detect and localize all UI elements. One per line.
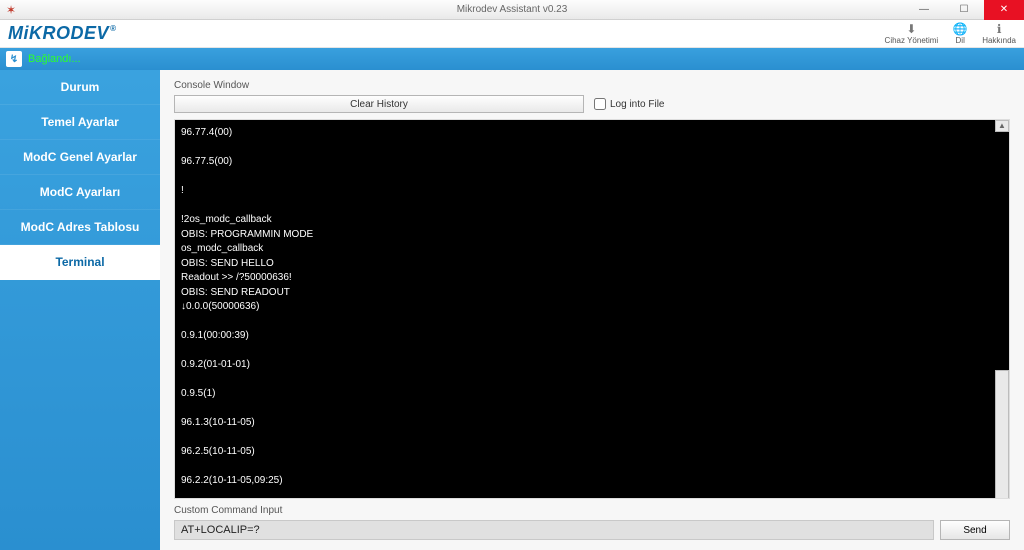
logo: MiKRODEV® bbox=[8, 23, 115, 44]
console-controls: Clear History Log into File bbox=[174, 95, 1010, 113]
command-input-section: Custom Command Input Send bbox=[174, 505, 1010, 540]
minimize-button[interactable]: — bbox=[904, 0, 944, 20]
console-output[interactable]: 96.77.4(00) 96.77.5(00) ! !2os_modc_call… bbox=[174, 119, 1010, 499]
clear-history-button[interactable]: Clear History bbox=[174, 95, 584, 113]
sidebar-item-temel-ayarlar[interactable]: Temel Ayarlar bbox=[0, 105, 160, 140]
console-section-label: Console Window bbox=[174, 80, 1010, 91]
header-tools: ⬇ Cihaz Yönetimi 🌐 Dil ℹ Hakkında bbox=[885, 22, 1016, 45]
sidebar-item-modc-genel-ayarlar[interactable]: ModC Genel Ayarlar bbox=[0, 140, 160, 175]
connection-icon: ↯ bbox=[6, 51, 22, 67]
device-management-button[interactable]: ⬇ Cihaz Yönetimi bbox=[885, 22, 939, 45]
send-button[interactable]: Send bbox=[940, 520, 1010, 540]
app-icon: ✶ bbox=[2, 1, 20, 19]
window-title: Mikrodev Assistant v0.23 bbox=[457, 4, 568, 15]
sidebar-item-terminal[interactable]: Terminal bbox=[0, 245, 160, 280]
connection-status-bar: ↯ Bağlandı... bbox=[0, 48, 1024, 70]
language-button[interactable]: 🌐 Dil bbox=[952, 22, 968, 45]
language-label: Dil bbox=[956, 36, 965, 45]
info-icon: ℹ bbox=[991, 22, 1007, 36]
command-input-row: Send bbox=[174, 520, 1010, 540]
command-section-label: Custom Command Input bbox=[174, 505, 1010, 516]
registered-icon: ® bbox=[110, 24, 116, 33]
console-text: 96.77.4(00) 96.77.5(00) ! !2os_modc_call… bbox=[181, 127, 376, 499]
scrollbar-thumb[interactable] bbox=[995, 370, 1009, 499]
download-icon: ⬇ bbox=[903, 22, 919, 36]
sidebar-filler bbox=[0, 280, 160, 550]
log-into-file-label: Log into File bbox=[610, 99, 664, 110]
sidebar-item-modc-adres-tablosu[interactable]: ModC Adres Tablosu bbox=[0, 210, 160, 245]
sidebar-item-modc-ayarlari[interactable]: ModC Ayarları bbox=[0, 175, 160, 210]
sidebar-item-durum[interactable]: Durum bbox=[0, 70, 160, 105]
maximize-button[interactable]: ☐ bbox=[944, 0, 984, 20]
device-management-label: Cihaz Yönetimi bbox=[885, 36, 939, 45]
window-controls: — ☐ ✕ bbox=[904, 0, 1024, 20]
main-content: Console Window Clear History Log into Fi… bbox=[160, 70, 1024, 550]
log-into-file-input[interactable] bbox=[594, 98, 606, 110]
app-header: MiKRODEV® ⬇ Cihaz Yönetimi 🌐 Dil ℹ Hakkı… bbox=[0, 20, 1024, 48]
scrollbar-up-button[interactable]: ▲ bbox=[995, 120, 1009, 132]
body: Durum Temel Ayarlar ModC Genel Ayarlar M… bbox=[0, 70, 1024, 550]
command-input[interactable] bbox=[174, 520, 934, 540]
connection-status-text: Bağlandı... bbox=[28, 53, 81, 65]
close-button[interactable]: ✕ bbox=[984, 0, 1024, 20]
logo-text: MiKRODEV bbox=[8, 23, 109, 43]
window-titlebar: ✶ Mikrodev Assistant v0.23 — ☐ ✕ bbox=[0, 0, 1024, 20]
about-label: Hakkında bbox=[982, 36, 1016, 45]
sidebar: Durum Temel Ayarlar ModC Genel Ayarlar M… bbox=[0, 70, 160, 550]
about-button[interactable]: ℹ Hakkında bbox=[982, 22, 1016, 45]
globe-icon: 🌐 bbox=[952, 22, 968, 36]
log-into-file-checkbox[interactable]: Log into File bbox=[594, 98, 664, 110]
